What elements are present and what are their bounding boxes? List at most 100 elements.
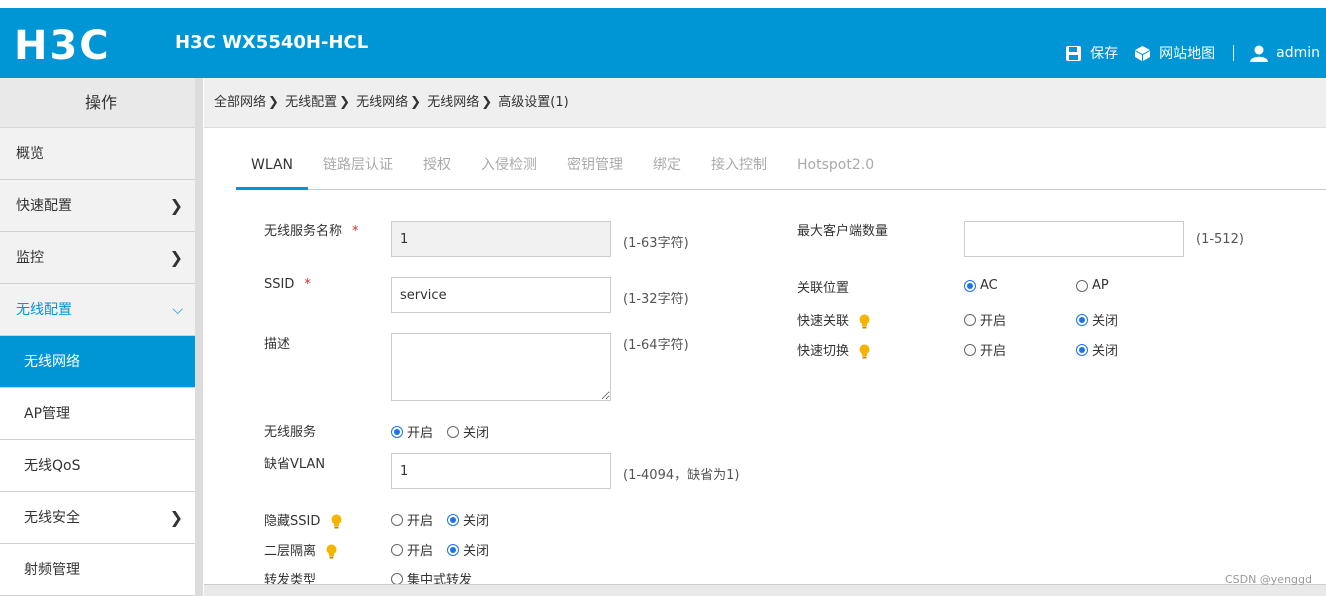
assoc-ap-radio[interactable]: AP	[1076, 278, 1109, 293]
assoc-ac-radio[interactable]: AC	[964, 278, 998, 293]
radio-selected	[964, 279, 976, 292]
top-strip	[0, 0, 1326, 8]
radio-unselected	[391, 572, 403, 585]
fast-switch-label: 快速切换	[797, 340, 870, 359]
l2-isolation-on-radio[interactable]: 开启	[391, 540, 433, 559]
required-mark: *	[304, 277, 311, 292]
breadcrumb-item[interactable]: 全部网络	[214, 95, 266, 110]
l2-isolation-off-radio[interactable]: 关闭	[447, 540, 489, 559]
radio-selected	[447, 543, 459, 556]
sitemap-label: 网站地图	[1159, 46, 1216, 62]
tab-intrusion-detection[interactable]: 入侵检测	[466, 156, 552, 190]
hide-ssid-off-radio[interactable]: 关闭	[447, 510, 489, 529]
user-icon	[1250, 45, 1269, 62]
tab-key-management[interactable]: 密钥管理	[552, 156, 638, 190]
sidebar-item-label: 无线网络	[24, 354, 80, 370]
hide-ssid-on-radio[interactable]: 开启	[391, 510, 433, 529]
breadcrumb-separator: ❯	[339, 95, 350, 110]
description-hint: (1-64字符)	[623, 338, 689, 353]
radio-unselected	[964, 313, 976, 326]
radio-selected	[391, 425, 403, 438]
radio-selected	[447, 513, 459, 526]
l2-isolation-label: 二层隔离	[264, 540, 337, 559]
chevron-down-icon: ⌵	[172, 302, 183, 318]
tab-bar: WLAN 链路层认证 授权 入侵检测 密钥管理 绑定 接入控制 Hotspot2…	[236, 156, 1326, 190]
lightbulb-icon[interactable]	[859, 344, 870, 359]
main-content: WLAN 链路层认证 授权 入侵检测 密钥管理 绑定 接入控制 Hotspot2…	[204, 128, 1326, 588]
sidebar-item-radio-management[interactable]: 射频管理	[0, 544, 195, 596]
sidebar-item-overview[interactable]: 概览	[0, 128, 195, 180]
lightbulb-icon[interactable]	[859, 314, 870, 329]
tab-authorization[interactable]: 授权	[408, 156, 466, 190]
default-vlan-label: 缺省VLAN	[264, 457, 326, 472]
device-name: H3C WX5540H-HCL	[175, 32, 369, 53]
sidebar-item-quick-config[interactable]: 快速配置 ❯	[0, 180, 195, 232]
radio-unselected	[964, 343, 976, 356]
tab-link-auth[interactable]: 链路层认证	[308, 156, 408, 190]
tab-hotspot20[interactable]: Hotspot2.0	[782, 156, 889, 190]
breadcrumb-separator: ❯	[410, 95, 422, 110]
tab-wlan[interactable]: WLAN	[236, 156, 309, 190]
fast-assoc-on-radio[interactable]: 开启	[964, 310, 1006, 329]
save-button[interactable]: 保存	[1065, 43, 1118, 63]
sidebar-item-label: 无线QoS	[24, 458, 81, 474]
radio-selected	[1076, 343, 1088, 356]
breadcrumb-item[interactable]: 无线网络	[427, 95, 479, 110]
save-label: 保存	[1090, 46, 1119, 62]
username: admin	[1276, 45, 1320, 61]
user-menu[interactable]: admin	[1250, 45, 1320, 62]
breadcrumb-separator: ❯	[268, 95, 279, 110]
hide-ssid-label: 隐藏SSID	[264, 510, 342, 529]
radio-selected	[1076, 313, 1088, 326]
cube-icon	[1135, 45, 1151, 61]
tab-access-control[interactable]: 接入控制	[696, 156, 782, 190]
sidebar-item-ap-management[interactable]: AP管理	[0, 388, 195, 440]
default-vlan-input[interactable]	[391, 453, 611, 489]
header-divider	[1233, 45, 1235, 61]
max-clients-label: 最大客户端数量	[797, 224, 889, 239]
wireless-service-off-radio[interactable]: 关闭	[447, 422, 489, 441]
sidebar-item-wireless-qos[interactable]: 无线QoS	[0, 440, 195, 492]
assoc-location-label: 关联位置	[797, 281, 850, 296]
service-name-input[interactable]	[391, 221, 611, 257]
sidebar-title: 操作	[0, 78, 202, 128]
header-actions: 保存 网站地图 admin	[1049, 43, 1320, 63]
wireless-service-on-radio[interactable]: 开启	[391, 422, 433, 441]
ssid-label: SSID *	[264, 277, 311, 292]
service-name-label: 无线服务名称 *	[264, 224, 359, 239]
radio-unselected	[447, 425, 459, 438]
sitemap-button[interactable]: 网站地图	[1134, 43, 1215, 63]
fast-switch-off-radio[interactable]: 关闭	[1076, 340, 1118, 359]
breadcrumb-item[interactable]: 无线配置	[285, 95, 337, 110]
radio-unselected	[1076, 279, 1088, 292]
ssid-input[interactable]	[391, 277, 611, 313]
max-clients-hint: (1-512)	[1196, 232, 1244, 247]
radio-unselected	[391, 543, 403, 556]
breadcrumb-current: 高级设置(1)	[498, 95, 569, 110]
watermark: CSDN @yenggd	[1224, 573, 1312, 586]
max-clients-input[interactable]	[964, 221, 1184, 257]
description-label: 描述	[264, 337, 291, 352]
save-icon	[1066, 45, 1082, 61]
default-vlan-hint: (1-4094，缺省为1)	[623, 468, 740, 483]
sidebar-item-wireless-network[interactable]: 无线网络	[0, 336, 195, 388]
sidebar-scrollbar[interactable]	[195, 78, 203, 596]
sidebar-item-monitor[interactable]: 监控 ❯	[0, 232, 195, 284]
sidebar-item-label: AP管理	[24, 406, 71, 422]
tab-binding[interactable]: 绑定	[638, 156, 696, 190]
breadcrumb-separator: ❯	[481, 95, 493, 110]
lightbulb-icon[interactable]	[331, 514, 342, 529]
breadcrumb-item[interactable]: 无线网络	[356, 95, 408, 110]
description-textarea[interactable]	[391, 333, 611, 401]
radio-unselected	[391, 513, 403, 526]
fast-assoc-off-radio[interactable]: 关闭	[1076, 310, 1118, 329]
sidebar-item-wireless-security[interactable]: 无线安全 ❯	[0, 492, 195, 544]
sidebar-item-wireless-config[interactable]: 无线配置 ⌵	[0, 284, 195, 336]
chevron-right-icon: ❯	[169, 508, 183, 527]
sidebar: 操作 概览 快速配置 ❯ 监控 ❯ 无线配置 ⌵ 无线网络 AP管理 无线QoS 无线…	[0, 78, 203, 596]
fast-switch-on-radio[interactable]: 开启	[964, 340, 1006, 359]
sidebar-item-label: 监控	[16, 250, 44, 266]
breadcrumb: 全部网络 ❯ 无线配置 ❯ 无线网络 ❯ 无线网络 ❯ 高级设置(1)	[204, 78, 1326, 128]
lightbulb-icon[interactable]	[326, 544, 337, 559]
sidebar-item-label: 射频管理	[24, 562, 80, 578]
